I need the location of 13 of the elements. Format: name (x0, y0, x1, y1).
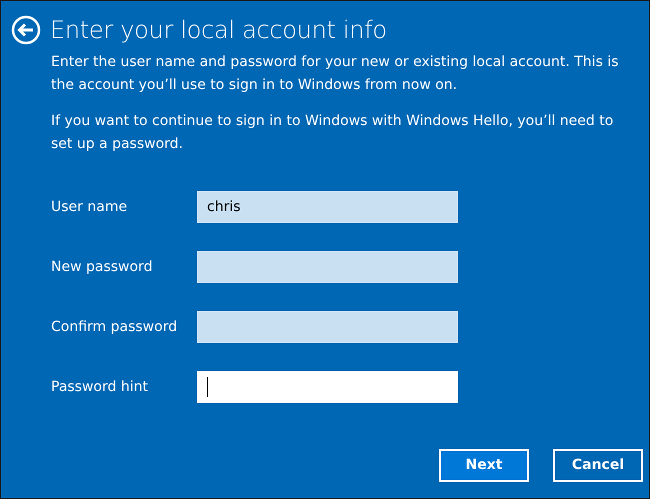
instruction-text: If you want to continue to sign in to Windows with Windows Hello, you’ll need to set up a password. (51, 112, 614, 154)
input-field[interactable] (197, 311, 458, 343)
input-field[interactable] (197, 371, 458, 403)
page-title: Enter your local account info (50, 16, 387, 44)
input-field[interactable]: chris (197, 191, 458, 223)
next-button[interactable]: Next (439, 449, 529, 482)
field-label: Password hint (51, 378, 149, 396)
input-field[interactable] (197, 251, 458, 283)
field-label: User name (51, 198, 128, 216)
cancel-button[interactable]: Cancel (553, 449, 643, 482)
field-label: New password (51, 258, 154, 276)
instruction-text: Enter the user name and password for your new or existing local account. This is the account you’ll use to sign in to Windows from now on. (51, 53, 620, 95)
field-label: Confirm password (51, 318, 178, 336)
